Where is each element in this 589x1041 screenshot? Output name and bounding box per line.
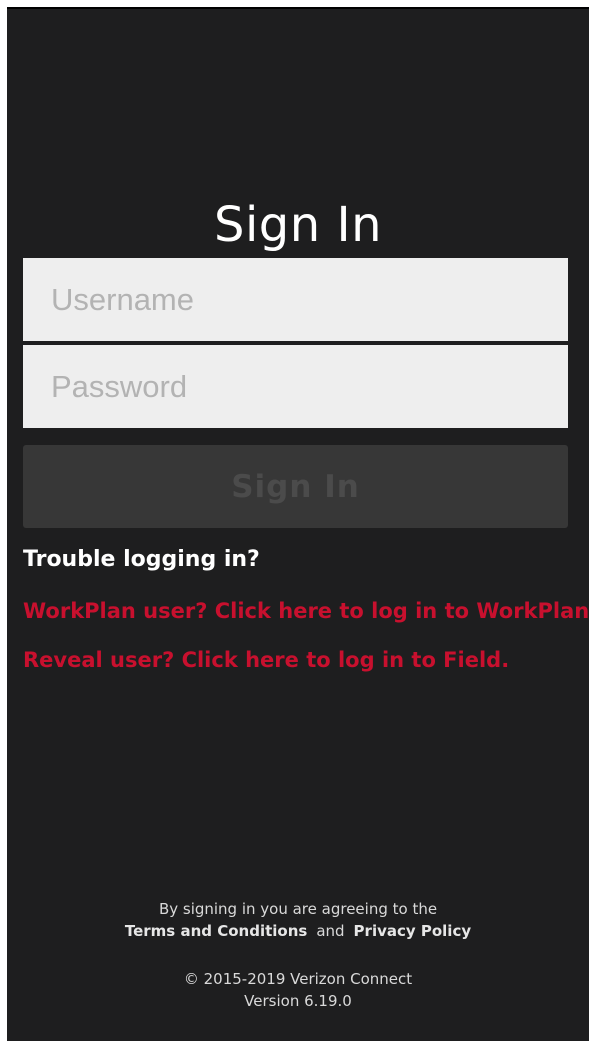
copyright-text: © 2015-2019 Verizon Connect [183, 970, 413, 988]
page-title: Sign In [213, 197, 383, 253]
legal-notice: By signing in you are agreeing to the Te… [7, 898, 589, 942]
password-input[interactable] [23, 345, 568, 428]
terms-link[interactable]: Terms and Conditions [125, 922, 307, 940]
username-input[interactable] [23, 258, 568, 341]
privacy-link[interactable]: Privacy Policy [354, 922, 472, 940]
footer: © 2015-2019 Verizon Connect Version 6.19… [7, 968, 589, 1012]
sign-in-screen: Sign In Sign In Trouble logging in? Work… [7, 7, 589, 1041]
trouble-logging-in-link[interactable]: Trouble logging in? [23, 547, 260, 572]
and-text: and [316, 922, 345, 940]
field-login-link[interactable]: Reveal user? Click here to log in to Fie… [23, 648, 509, 672]
workplan-login-link[interactable]: WorkPlan user? Click here to log in to W… [23, 599, 589, 623]
sign-in-button[interactable]: Sign In [23, 445, 568, 528]
agree-text: By signing in you are agreeing to the [158, 900, 438, 918]
version-text: Version 6.19.0 [244, 992, 352, 1010]
